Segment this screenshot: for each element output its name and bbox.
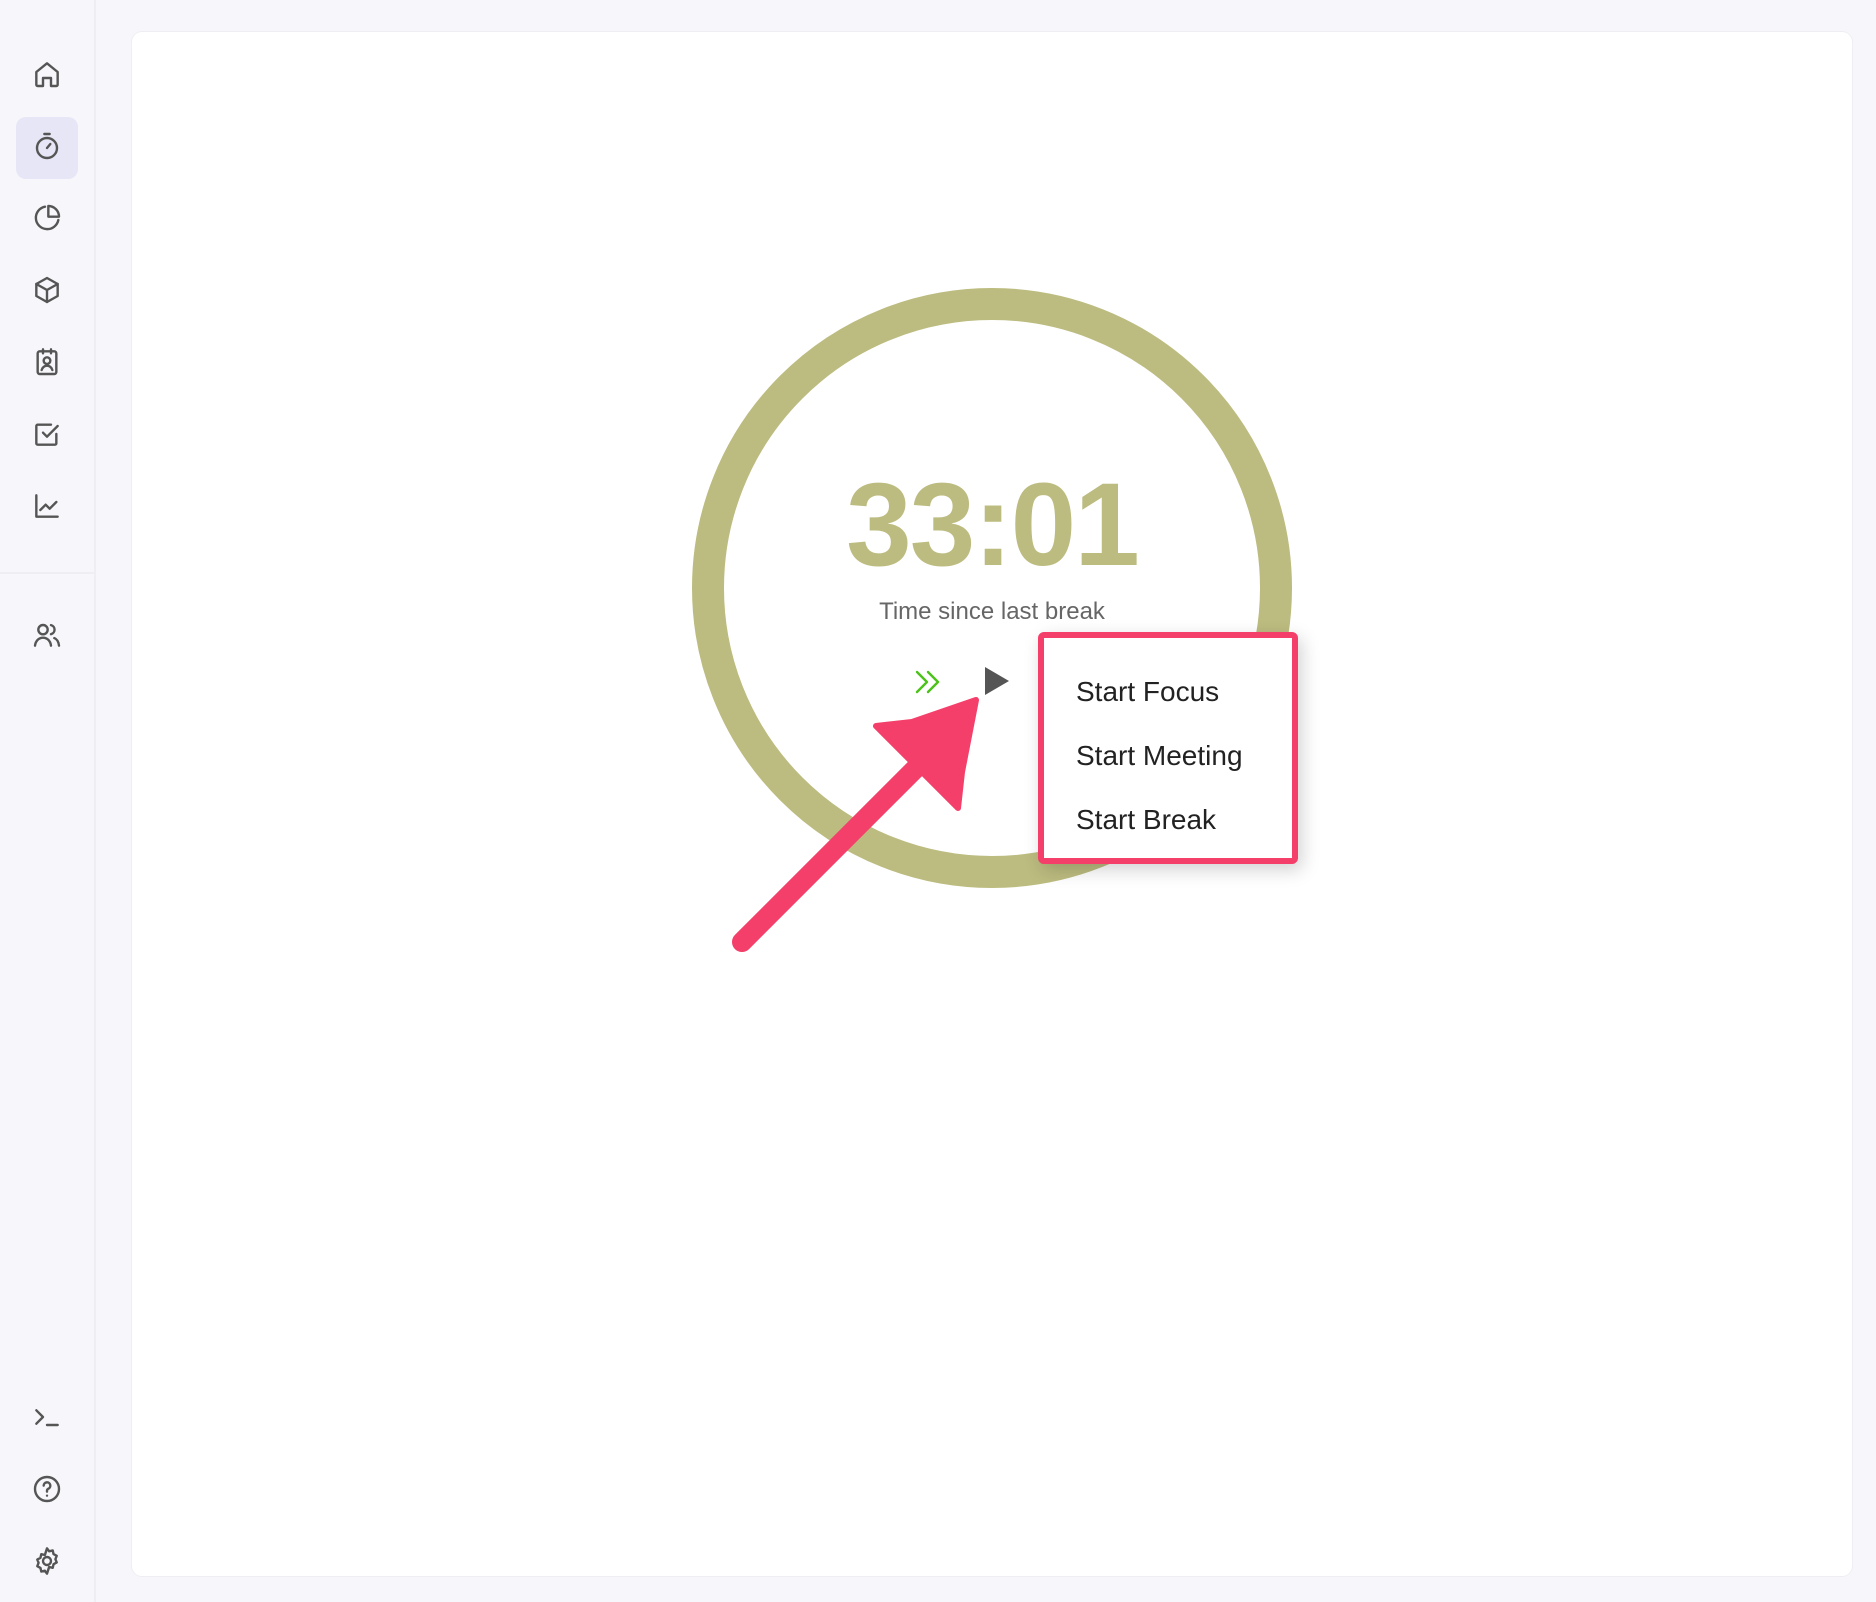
terminal-icon (31, 1401, 63, 1438)
sidebar-item-clients[interactable] (16, 333, 78, 395)
users-icon (31, 619, 63, 656)
sidebar-item-reports[interactable] (16, 189, 78, 251)
sidebar-item-projects[interactable] (16, 261, 78, 323)
menu-item-start-meeting[interactable]: Start Meeting (1044, 724, 1292, 788)
sidebar-divider (0, 572, 94, 574)
menu-item-start-break[interactable]: Start Break (1044, 788, 1292, 852)
skip-button[interactable] (910, 668, 946, 700)
sidebar-item-timer[interactable] (16, 117, 78, 179)
help-circle-icon (31, 1473, 63, 1510)
sidebar-item-terminal[interactable] (16, 1388, 78, 1450)
sidebar-item-tasks[interactable] (16, 405, 78, 467)
app-window: 33:01 Time since last break Start Focus … (0, 0, 1876, 1602)
play-button[interactable] (978, 664, 1014, 702)
line-chart-icon (31, 490, 63, 527)
sidebar-item-settings[interactable] (16, 1532, 78, 1594)
sidebar-item-team[interactable] (16, 606, 78, 668)
sidebar-item-help[interactable] (16, 1460, 78, 1522)
pie-chart-icon (31, 202, 63, 239)
double-chevron-right-icon (912, 667, 944, 702)
play-icon (981, 664, 1011, 703)
home-icon (31, 58, 63, 95)
contact-card-icon (31, 346, 63, 383)
sidebar (0, 0, 96, 1602)
timer-label: Time since last break (879, 598, 1105, 625)
checkbox-icon (31, 418, 63, 455)
gear-icon (31, 1545, 63, 1582)
cube-icon (31, 274, 63, 311)
stopwatch-icon (31, 130, 63, 167)
timer-value: 33:01 (846, 459, 1140, 591)
menu-item-start-focus[interactable]: Start Focus (1044, 660, 1292, 724)
sidebar-item-analytics[interactable] (16, 477, 78, 539)
start-menu: Start Focus Start Meeting Start Break (1038, 632, 1298, 864)
sidebar-item-home[interactable] (16, 45, 78, 107)
